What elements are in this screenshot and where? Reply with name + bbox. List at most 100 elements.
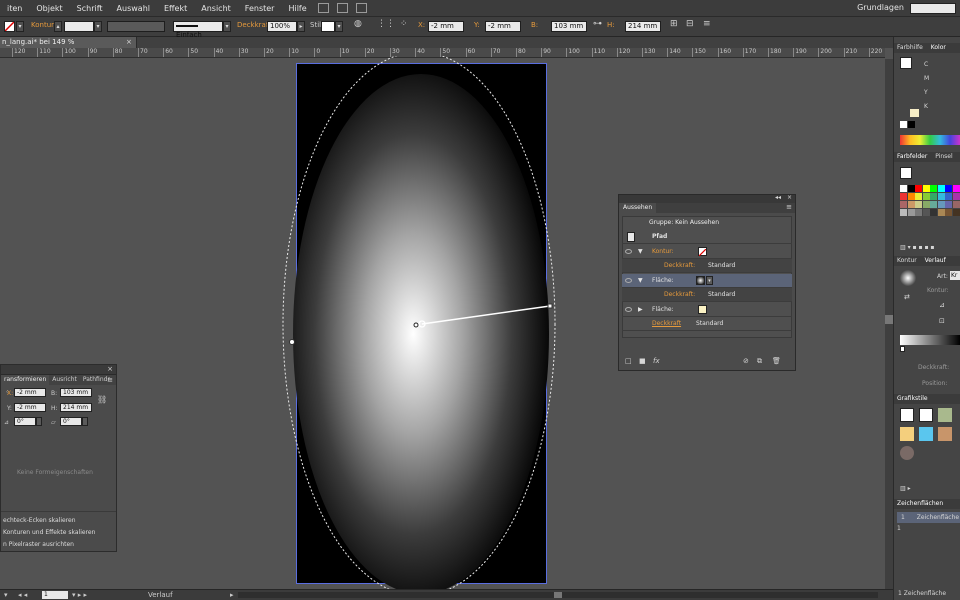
row-label[interactable]: Kontur: xyxy=(652,245,674,259)
color-swatch[interactable] xyxy=(937,201,945,208)
row-label[interactable]: Deckkraft xyxy=(652,317,681,331)
fill-none-icon[interactable] xyxy=(4,21,15,32)
transform-height-field[interactable]: 214 mm xyxy=(60,403,92,412)
gradient-fill-swatch[interactable] xyxy=(696,276,705,285)
scale-corners-option[interactable]: echteck-Ecken skalieren xyxy=(3,517,76,524)
gpu-icon[interactable] xyxy=(355,3,367,13)
appearance-row-opacity[interactable]: Deckkraft Standard xyxy=(622,317,792,331)
reverse-gradient-icon[interactable]: ⇄ xyxy=(904,293,910,301)
color-swatch[interactable] xyxy=(915,185,922,192)
style-dropdown[interactable]: ▾ xyxy=(335,21,343,32)
collapse-panel-icon[interactable]: ◂◂ xyxy=(775,194,781,201)
tab-graphic-styles[interactable]: Grafikstile xyxy=(897,395,928,402)
gradient-end-stop[interactable] xyxy=(547,303,553,309)
panel-menu-icon[interactable]: ≡ xyxy=(107,376,113,384)
color-swatch[interactable] xyxy=(907,201,915,208)
fill-dropdown[interactable]: ▾ xyxy=(16,21,24,32)
color-swatch[interactable] xyxy=(952,193,960,200)
isolate-icon[interactable]: ⊟ xyxy=(686,19,694,29)
color-swatch[interactable] xyxy=(930,185,937,192)
tab-artboards[interactable]: Zeichenflächen xyxy=(897,500,943,507)
graphic-style-2[interactable] xyxy=(919,408,933,422)
shear-dropdown[interactable] xyxy=(82,417,88,426)
appearance-row-fill-opacity[interactable]: Deckkraft: Standard xyxy=(622,288,792,302)
color-swatch[interactable] xyxy=(922,201,930,208)
arrange-documents-icon[interactable] xyxy=(336,3,348,13)
color-swatch[interactable] xyxy=(907,209,915,216)
panel-menu-icon[interactable]: ≡ xyxy=(786,203,792,211)
graphic-style-3[interactable] xyxy=(938,408,952,422)
scale-strokes-option[interactable]: Konturen und Effekte skalieren xyxy=(3,529,95,536)
color-swatch[interactable] xyxy=(900,201,907,208)
color-swatch[interactable] xyxy=(937,185,945,192)
panel-menu-icon[interactable]: ≡ xyxy=(703,19,711,29)
opacity-dropdown[interactable]: ▸ xyxy=(297,21,305,32)
transform-width-field[interactable]: 103 mm xyxy=(60,388,92,397)
menu-item-window[interactable]: iten xyxy=(0,4,29,13)
color-swatch[interactable] xyxy=(945,193,952,200)
close-panel-icon[interactable]: × xyxy=(787,194,792,201)
last-color-swatch[interactable] xyxy=(910,109,919,117)
color-swatch[interactable] xyxy=(922,209,930,216)
appearance-row-stroke[interactable]: ▼ Kontur: xyxy=(622,245,792,259)
add-stroke-icon[interactable]: □ xyxy=(625,357,632,365)
search-input[interactable] xyxy=(910,3,956,14)
next-artboard-icon[interactable]: ▾ ▸ ▸ xyxy=(72,591,87,599)
menu-item-type[interactable]: Schrift xyxy=(70,4,110,13)
y-field[interactable]: -2 mm xyxy=(485,21,521,32)
color-swatch[interactable] xyxy=(930,201,937,208)
stroke-stepper[interactable]: ▴ xyxy=(54,21,62,32)
color-swatch[interactable] xyxy=(945,201,952,208)
color-swatch[interactable] xyxy=(937,209,945,216)
color-swatch[interactable] xyxy=(907,193,915,200)
appearance-row-path[interactable]: Pfad xyxy=(622,230,792,244)
artboard-number-field[interactable]: 1 xyxy=(42,591,68,599)
link-proportions-icon[interactable]: ⛓ xyxy=(97,395,107,404)
menu-item-window-menu[interactable]: Fenster xyxy=(238,4,282,13)
color-swatch[interactable] xyxy=(952,201,960,208)
swatch-library-icon[interactable]: ▥ ▾ ▪ ▪ ▪ ▪ xyxy=(900,244,934,251)
gradient-aspect-handle[interactable] xyxy=(289,339,295,345)
stroke-style-field[interactable]: Einfach xyxy=(173,21,223,39)
add-fill-icon[interactable]: ■ xyxy=(639,357,646,365)
color-swatch[interactable] xyxy=(952,209,960,216)
zoom-dropdown-icon[interactable]: ▾ xyxy=(4,591,8,599)
color-swatch[interactable] xyxy=(945,209,952,216)
swatch-fill-indicator[interactable] xyxy=(900,167,912,179)
clear-appearance-icon[interactable]: ⊘ xyxy=(743,357,749,365)
row-label[interactable]: Fläche: xyxy=(652,274,674,288)
visibility-eye-icon[interactable] xyxy=(625,249,632,254)
style-swatch[interactable] xyxy=(321,21,335,32)
tab-color-guide[interactable]: Farbhilfe xyxy=(897,44,923,51)
tab-color[interactable]: Kolor xyxy=(931,44,946,51)
stroke-style-dropdown[interactable]: ▾ xyxy=(223,21,231,32)
stroke-label[interactable]: Kontur: xyxy=(31,21,56,29)
appearance-row-stroke-opacity[interactable]: Deckkraft: Standard xyxy=(622,259,792,273)
add-effect-icon[interactable]: fx xyxy=(653,357,660,365)
visibility-eye-icon[interactable] xyxy=(625,307,632,312)
stroke-weight-field[interactable] xyxy=(64,21,94,32)
panel-header[interactable]: ◂◂ × xyxy=(619,194,795,203)
fill-dropdown[interactable]: ▾ xyxy=(706,276,713,285)
gradient-ellipse-artwork[interactable] xyxy=(280,56,570,596)
close-panel-icon[interactable]: × xyxy=(107,365,113,373)
color-swatch[interactable] xyxy=(915,193,922,200)
variable-width-field[interactable] xyxy=(107,21,165,32)
color-swatch[interactable] xyxy=(952,185,960,192)
vertical-scrollbar-thumb[interactable] xyxy=(885,315,893,324)
close-tab-icon[interactable]: × xyxy=(126,38,132,46)
color-swatch[interactable] xyxy=(937,193,945,200)
tab-brushes[interactable]: Pinsel xyxy=(935,153,952,160)
swatch-grid[interactable] xyxy=(900,185,960,219)
graphic-style-6[interactable] xyxy=(938,427,952,441)
tab-gradient[interactable]: Verlauf xyxy=(925,257,946,264)
prev-artboard-icon[interactable]: ◂ ◂ xyxy=(18,591,27,599)
tab-align[interactable]: Ausricht xyxy=(49,375,80,385)
graphic-style-4[interactable] xyxy=(900,427,914,441)
artboard-row[interactable]: 1 Zeichenfläche 1 xyxy=(897,512,960,532)
graphic-styles-library-icon[interactable]: ▥ ▸ xyxy=(900,485,911,492)
status-menu-icon[interactable]: ▸ xyxy=(230,591,234,599)
color-swatch[interactable] xyxy=(915,201,922,208)
tab-swatches[interactable]: Farbfelder xyxy=(897,153,927,160)
x-field[interactable]: -2 mm xyxy=(428,21,464,32)
